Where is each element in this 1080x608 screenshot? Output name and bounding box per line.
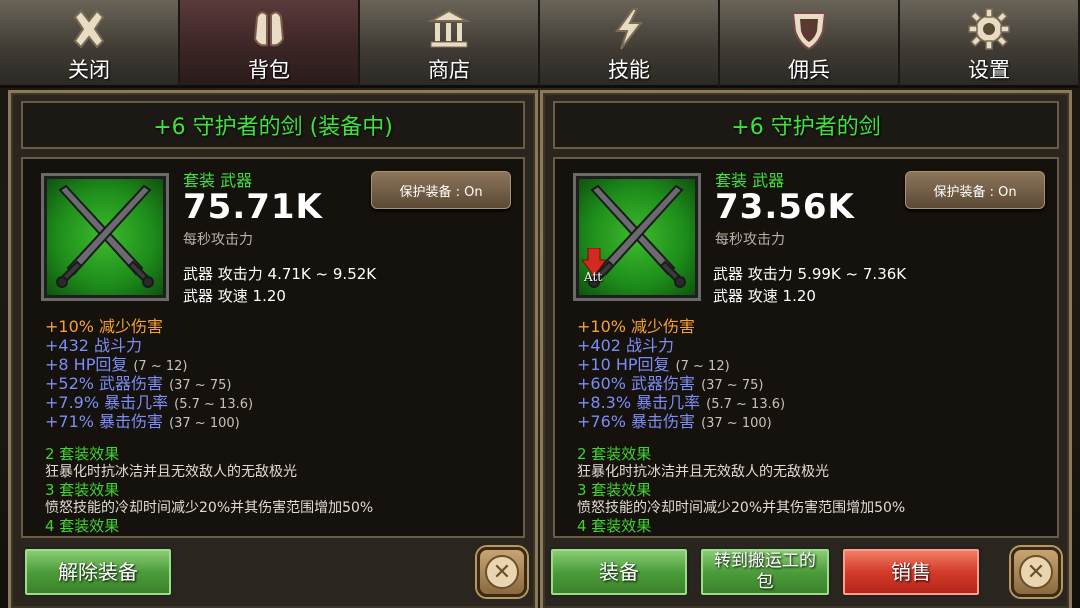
protect-equipment-toggle[interactable]: 保护装备 : On: [371, 171, 511, 209]
set-effect-heading: 2 套装效果: [45, 445, 120, 463]
protect-equipment-toggle[interactable]: 保护装备 : On: [905, 171, 1045, 209]
affix-range: (37 ~ 100): [701, 416, 772, 431]
inventory-screen: 关闭 背包 商店 技能 佣兵 设置 +6 守护者的剑 (装备中) 套装 武器 7…: [0, 0, 1080, 608]
affix-range: (37 ~ 75): [169, 378, 232, 393]
tab-close[interactable]: 关闭: [0, 0, 180, 88]
set-effect-heading: 2 套装效果: [577, 445, 652, 463]
set-effect-desc: 愤怒技能的冷却时间减少20%并其伤害范围增加50%: [577, 500, 906, 516]
affix-list: +10% 减少伤害 +432 战斗力 +8 HP回复 (7 ~ 12) +52% …: [45, 317, 253, 431]
shield-icon: [786, 6, 832, 52]
affix-line: +432 战斗力: [45, 336, 143, 355]
tab-backpack[interactable]: 背包: [180, 0, 360, 88]
item-dps-value: 75.71K: [183, 187, 323, 227]
affix-line: +52% 武器伤害 (37 ~ 75): [45, 374, 232, 393]
tab-skills[interactable]: 技能: [540, 0, 720, 88]
affix-line: +10% 减少伤害: [45, 317, 164, 336]
weapon-speed-stat: 武器 攻速 1.20: [713, 287, 816, 305]
tab-mercenary[interactable]: 佣兵: [720, 0, 900, 88]
tab-settings-label: 设置: [968, 58, 1010, 82]
item-title: +6 守护者的剑 (装备中): [153, 115, 393, 140]
move-to-porter-bag-button[interactable]: 转到搬运工的包: [699, 547, 831, 597]
item-dps-label: 每秒攻击力: [183, 232, 253, 248]
affix-line: +60% 武器伤害 (37 ~ 75): [577, 374, 764, 393]
item-dps-value: 73.56K: [715, 187, 855, 227]
item-title-bar: +6 守护者的剑: [553, 101, 1059, 149]
item-title: +6 守护者的剑: [731, 115, 881, 140]
compare-item-panel: +6 守护者的剑 Att 套装 武器 73.56K 每秒攻击力 保护装备: O…: [540, 90, 1072, 608]
shop-building-icon: [426, 6, 472, 52]
affix-range: (37 ~ 100): [169, 416, 240, 431]
close-x-icon: [66, 6, 112, 52]
close-right-panel-button[interactable]: ✕: [1011, 547, 1061, 597]
sell-button[interactable]: 销售: [841, 547, 981, 597]
set-effects: 2 套装效果 狂暴化时抗冰洁并且无效敌人的无敌极光 3 套装效果 愤怒技能的冷却…: [577, 445, 1057, 535]
affix-range: (7 ~ 12): [133, 359, 188, 374]
set-effect-heading: 4 套装效果: [45, 517, 120, 535]
close-icon: ✕: [1019, 555, 1053, 589]
weapon-speed-stat: 武器 攻速 1.20: [183, 287, 286, 305]
weapon-attack-stat: 武器 攻击力 5.99K ~ 7.36K: [713, 265, 907, 283]
tab-mercenary-label: 佣兵: [788, 58, 830, 82]
set-effects: 2 套装效果 狂暴化时抗冰洁并且无效敌人的无敌极光 3 套装效果 愤怒技能的冷却…: [45, 445, 523, 535]
set-effect-heading: 4 套装效果: [577, 517, 652, 535]
affix-line: +10% 减少伤害: [577, 317, 696, 336]
close-icon: ✕: [485, 555, 519, 589]
affix-line: +76% 暴击伤害 (37 ~ 100): [577, 412, 772, 431]
close-left-panel-button[interactable]: ✕: [477, 547, 527, 597]
lightning-icon: [606, 6, 652, 52]
equip-button[interactable]: 装备: [549, 547, 689, 597]
affix-line: +7.9% 暴击几率 (5.7 ~ 13.6): [45, 393, 254, 412]
set-effect-heading: 3 套装效果: [577, 481, 652, 499]
affix-range: (5.7 ~ 13.6): [174, 397, 254, 412]
gear-icon: [966, 6, 1012, 52]
tab-close-label: 关闭: [68, 58, 110, 82]
affix-range: (5.7 ~ 13.6): [706, 397, 786, 412]
crossed-swords-icon[interactable]: Att: [573, 173, 701, 301]
weapon-attack-stat: 武器 攻击力 4.71K ~ 9.52K: [183, 265, 377, 283]
top-tab-bar: 关闭 背包 商店 技能 佣兵 设置: [0, 0, 1080, 88]
affix-line: +8 HP回复 (7 ~ 12): [45, 355, 188, 374]
affix-line: +402 战斗力: [577, 336, 675, 355]
tab-skills-label: 技能: [608, 58, 650, 82]
set-effect-desc: 愤怒技能的冷却时间减少20%并其伤害范围增加50%: [45, 500, 374, 516]
unequip-button[interactable]: 解除装备: [23, 547, 173, 597]
tab-shop-label: 商店: [428, 58, 470, 82]
set-effect-desc: 狂暴化时抗冰洁并且无效敌人的无敌极光: [45, 464, 297, 480]
item-info-box: Att 套装 武器 73.56K 每秒攻击力 保护装备 : On 武器 攻击力 …: [553, 157, 1059, 538]
item-info-box: 套装 武器 75.71K 每秒攻击力 保护装备 : On 武器 攻击力 4.71…: [21, 157, 525, 538]
tab-shop[interactable]: 商店: [360, 0, 540, 88]
affix-list: +10% 减少伤害 +402 战斗力 +10 HP回复 (7 ~ 12) +60%…: [577, 317, 785, 431]
affix-range: (37 ~ 75): [701, 378, 764, 393]
affix-line: +10 HP回复 (7 ~ 12): [577, 355, 730, 374]
att-compare-label: Att: [584, 270, 603, 284]
affix-line: +71% 暴击伤害 (37 ~ 100): [45, 412, 240, 431]
backpack-icon: [246, 6, 292, 52]
set-effect-heading: 3 套装效果: [45, 481, 120, 499]
item-title-bar: +6 守护者的剑 (装备中): [21, 101, 525, 149]
item-dps-label: 每秒攻击力: [715, 232, 785, 248]
set-effect-desc: 狂暴化时抗冰洁并且无效敌人的无敌极光: [577, 464, 829, 480]
affix-line: +8.3% 暴击几率 (5.7 ~ 13.6): [577, 393, 786, 412]
tab-backpack-label: 背包: [248, 58, 290, 82]
crossed-swords-icon[interactable]: [41, 173, 169, 301]
equipped-item-panel: +6 守护者的剑 (装备中) 套装 武器 75.71K 每秒攻击力 保护装备:…: [8, 90, 538, 608]
tab-settings[interactable]: 设置: [900, 0, 1080, 88]
affix-range: (7 ~ 12): [675, 359, 730, 374]
